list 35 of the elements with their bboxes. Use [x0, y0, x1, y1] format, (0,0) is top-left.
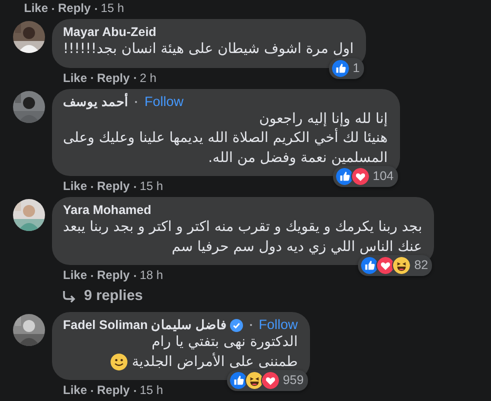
- author-name[interactable]: Fadel Soliman فاضل سليمان: [63, 317, 227, 333]
- comment-text: اول مرة اشوف شيطان على هيئة انسان بجد!!!!!!: [63, 40, 354, 59]
- like-link[interactable]: Like: [24, 1, 48, 15]
- like-link[interactable]: Like: [63, 383, 88, 397]
- timestamp: 15 h: [100, 1, 124, 15]
- author-name[interactable]: أحمد يوسف: [63, 94, 128, 110]
- view-replies-link[interactable]: 9 replies: [84, 286, 143, 308]
- timestamp: 18 h: [140, 268, 164, 282]
- reply-link[interactable]: Reply: [97, 70, 130, 84]
- author-name[interactable]: Yara Mohamed: [63, 202, 152, 218]
- reaction-summary[interactable]: 82: [358, 255, 432, 276]
- author-name[interactable]: Mayar Abu-Zeid: [63, 24, 156, 40]
- like-link[interactable]: Like: [63, 70, 88, 84]
- reaction-summary[interactable]: 1: [328, 58, 364, 78]
- comment-text: الدكتورة نهى بتفتي يا رام: [150, 333, 298, 352]
- comment-text: بجد ربنا يكرمك و يقويك و تقرب منه اكتر و اكتر و بجد ربنا يبعد: [63, 218, 422, 237]
- follow-link[interactable]: Follow: [258, 317, 298, 333]
- comment-text: هنيئا لك أخي الكريم الصلاة الله يديمها علينا وعليك وعلى: [63, 129, 388, 148]
- like-link[interactable]: Like: [63, 179, 88, 193]
- reply-arrow-icon: [62, 291, 76, 303]
- like-link[interactable]: Like: [63, 268, 88, 282]
- comment-text: طمننى على الأمراض الجلدية: [132, 352, 298, 372]
- reply-link[interactable]: Reply: [97, 179, 130, 193]
- comment-text: المسلمين نعمة وفضل من الله.: [207, 148, 388, 168]
- comment-text: عنك الناس اللي زي ديه دول سم حرفيا سم: [170, 238, 422, 256]
- timestamp: 15 h: [140, 383, 164, 397]
- follow-link[interactable]: Follow: [144, 94, 184, 110]
- reply-link[interactable]: Reply: [97, 383, 130, 397]
- timestamp: 15 h: [140, 179, 164, 193]
- reaction-summary[interactable]: 104: [332, 166, 398, 187]
- reply-link[interactable]: Reply: [97, 268, 130, 282]
- timestamp: 2 h: [140, 70, 156, 84]
- comment-text: إنا لله وإنا إليه راجعون: [258, 110, 388, 128]
- reaction-summary[interactable]: 959: [226, 370, 308, 391]
- reply-link[interactable]: Reply: [58, 1, 91, 15]
